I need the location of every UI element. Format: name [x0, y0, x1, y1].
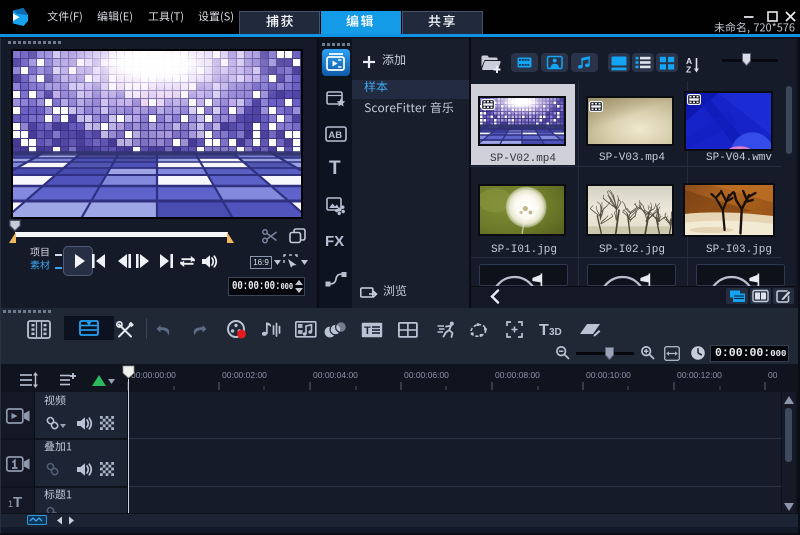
svg-text:Z: Z [686, 65, 691, 75]
svg-text:AB: AB [328, 130, 342, 141]
svg-text:T: T [364, 325, 371, 337]
svg-text:T: T [539, 322, 549, 339]
svg-text:3D: 3D [549, 327, 562, 338]
